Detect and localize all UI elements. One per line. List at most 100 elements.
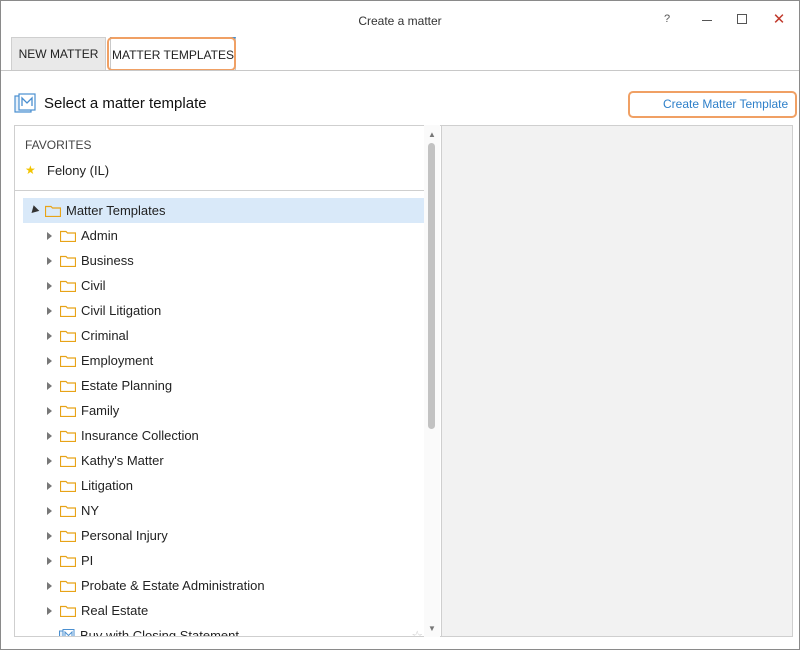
chevron-right-icon (46, 281, 52, 290)
minimize-icon (702, 19, 712, 21)
tree-item-pi[interactable]: PI (23, 548, 425, 573)
chevron-right-icon (46, 606, 52, 615)
tree-item-label: Business (81, 253, 134, 268)
chevron-right-icon (46, 256, 52, 265)
tree-item-label: Civil Litigation (81, 303, 162, 318)
chevron-right-icon (46, 381, 52, 390)
folder-icon (60, 480, 76, 492)
tree-item-label: Buy with Closing Statement (80, 628, 239, 637)
expand-arrow[interactable] (42, 606, 56, 615)
tree-item-label: Criminal (81, 328, 129, 343)
folder-icon (60, 430, 76, 442)
tree-item-kathys-matter[interactable]: Kathy's Matter (23, 448, 425, 473)
tree-item-business[interactable]: Business (23, 248, 425, 273)
expand-arrow[interactable] (42, 406, 56, 415)
tree-item-family[interactable]: Family (23, 398, 425, 423)
folder-icon (60, 605, 76, 617)
star-icon: ★ (25, 163, 36, 177)
expand-arrow[interactable] (42, 256, 56, 265)
expand-arrow[interactable] (42, 506, 56, 515)
expand-arrow[interactable] (42, 381, 56, 390)
tree-item-personal-injury[interactable]: Personal Injury (23, 523, 425, 548)
tree-item-label: Probate & Estate Administration (81, 578, 265, 593)
tab-new-matter[interactable]: NEW MATTER (11, 37, 106, 70)
tab-divider (1, 70, 799, 71)
tree-item-civil[interactable]: Civil (23, 273, 425, 298)
folder-icon (45, 205, 61, 217)
expand-arrow[interactable] (42, 231, 56, 240)
tree-item-label: Insurance Collection (81, 428, 199, 443)
title-bar: Create a matter ? ✕ (1, 1, 799, 37)
tree-item-employment[interactable]: Employment (23, 348, 425, 373)
help-button[interactable]: ? (653, 7, 681, 31)
chevron-right-icon (46, 306, 52, 315)
tree-item-insurance-collection[interactable]: Insurance Collection (23, 423, 425, 448)
chevron-right-icon (46, 406, 52, 415)
create-matter-window: Create a matter ? ✕ NEW MATTER MATTER TE… (0, 0, 800, 650)
tree-item-label: Family (81, 403, 120, 418)
chevron-right-icon (46, 356, 52, 365)
tree-item-label: Estate Planning (81, 378, 173, 393)
vertical-scrollbar[interactable]: ▲ ▼ (424, 125, 440, 637)
expanded-arrow-icon[interactable] (27, 205, 41, 216)
tree-item-probate-estate-administration[interactable]: Probate & Estate Administration (23, 573, 425, 598)
expand-arrow[interactable] (42, 556, 56, 565)
favorite-item[interactable]: ★ Felony (IL) (25, 161, 109, 179)
folder-icon (60, 405, 76, 417)
expand-arrow[interactable] (42, 356, 56, 365)
folder-icon (60, 305, 76, 317)
template-tree: Matter Templates Admin Business Civil Ci… (23, 198, 425, 637)
tree-item-label: Civil (81, 278, 106, 293)
folder-icon (60, 280, 76, 292)
folder-icon (60, 505, 76, 517)
chevron-right-icon (46, 456, 52, 465)
page-title: Select a matter template (44, 95, 207, 112)
tab-matter-templates[interactable]: MATTER TEMPLATES (110, 37, 236, 70)
expand-arrow[interactable] (42, 581, 56, 590)
star-outline-icon[interactable]: ☆ (411, 628, 423, 637)
chevron-right-icon (46, 331, 52, 340)
tree-item-label: Litigation (81, 478, 134, 493)
expand-arrow[interactable] (42, 281, 56, 290)
expand-arrow[interactable] (42, 306, 56, 315)
tree-item-label: Employment (81, 353, 154, 368)
tree-item-label: Admin (81, 228, 118, 243)
tree-item-matter-templates[interactable]: Matter Templates (23, 198, 425, 223)
tree-item-ny[interactable]: NY (23, 498, 425, 523)
folder-icon (60, 380, 76, 392)
maximize-button[interactable] (728, 7, 756, 31)
folder-icon (60, 355, 76, 367)
tree-item-real-estate[interactable]: Real Estate (23, 598, 425, 623)
expand-arrow[interactable] (42, 456, 56, 465)
expand-arrow[interactable] (42, 331, 56, 340)
close-button[interactable]: ✕ (765, 7, 793, 31)
tree-item-label: Kathy's Matter (81, 453, 164, 468)
matter-template-icon (14, 93, 36, 113)
template-list-pane: FAVORITES ★ Felony (IL) Matter Templates… (14, 125, 441, 637)
scroll-up-icon[interactable]: ▲ (424, 127, 440, 141)
tree-item-admin[interactable]: Admin (23, 223, 425, 248)
tree-item-criminal[interactable]: Criminal (23, 323, 425, 348)
chevron-right-icon (46, 506, 52, 515)
tree-item-buy-with-closing-statement[interactable]: Buy with Closing Statement ☆ (23, 623, 425, 637)
create-matter-template-link[interactable]: Create Matter Template (663, 97, 788, 111)
minimize-button[interactable] (693, 7, 721, 31)
tree-item-estate-planning[interactable]: Estate Planning (23, 373, 425, 398)
favorites-divider (15, 190, 424, 191)
folder-icon (60, 230, 76, 242)
expand-arrow[interactable] (42, 431, 56, 440)
chevron-right-icon (46, 431, 52, 440)
template-preview-pane (441, 125, 793, 637)
chevron-right-icon (46, 531, 52, 540)
tree-item-civil-litigation[interactable]: Civil Litigation (23, 298, 425, 323)
folder-icon (60, 555, 76, 567)
scroll-down-icon[interactable]: ▼ (424, 621, 440, 635)
expand-arrow[interactable] (42, 481, 56, 490)
folder-icon (60, 330, 76, 342)
template-document-icon (59, 628, 75, 636)
chevron-right-icon (46, 481, 52, 490)
tree-item-label: PI (81, 553, 94, 568)
scrollbar-thumb[interactable] (428, 143, 435, 429)
tree-item-litigation[interactable]: Litigation (23, 473, 425, 498)
expand-arrow[interactable] (42, 531, 56, 540)
